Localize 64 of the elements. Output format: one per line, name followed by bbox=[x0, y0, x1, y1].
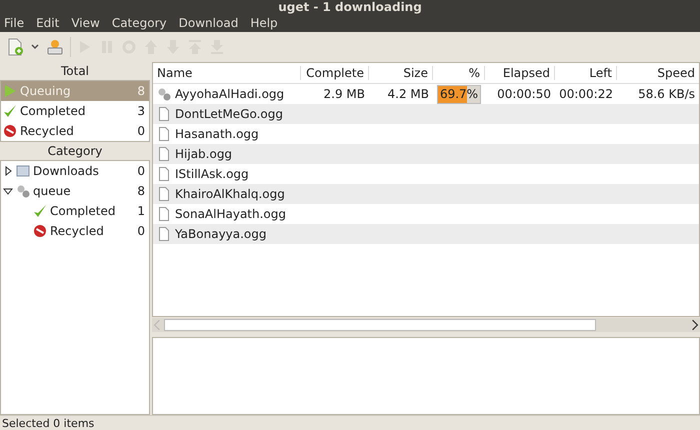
table-row[interactable]: Hasanath.ogg bbox=[153, 124, 699, 144]
menu-item[interactable]: Edit bbox=[36, 16, 60, 30]
tree-item[interactable]: Completed 1 bbox=[1, 201, 149, 221]
menu-item[interactable]: Help bbox=[250, 16, 278, 30]
download-tray-icon[interactable] bbox=[46, 38, 64, 56]
table-row[interactable]: YaBonayya.ogg bbox=[153, 224, 699, 244]
gears-icon bbox=[16, 184, 30, 198]
table-cell: AyyohaAlHadi.ogg bbox=[175, 87, 284, 101]
file-icon bbox=[157, 167, 171, 181]
prohibited-icon bbox=[33, 224, 47, 238]
table-row[interactable]: KhairoAlKhalq.ogg bbox=[153, 184, 699, 204]
table-cell: 00:00:22 bbox=[559, 87, 613, 101]
play-icon bbox=[3, 84, 17, 98]
section-heading: Category bbox=[46, 143, 104, 160]
table-row[interactable]: Hijab.ogg bbox=[153, 144, 699, 164]
tree-item[interactable]: Recycled 0 bbox=[1, 221, 149, 241]
file-icon bbox=[157, 207, 171, 221]
menu-item[interactable]: File bbox=[4, 16, 24, 30]
column-header[interactable]: Size bbox=[369, 66, 433, 80]
folder-icon bbox=[16, 164, 30, 178]
table-cell: YaBonayya.ogg bbox=[175, 227, 267, 241]
table-cell: DontLetMeGo.ogg bbox=[175, 107, 284, 121]
column-header[interactable]: Elapsed bbox=[485, 66, 555, 80]
section-heading: Total bbox=[60, 63, 90, 80]
table-cell: Hasanath.ogg bbox=[175, 127, 259, 141]
table-row[interactable]: IStillAsk.ogg bbox=[153, 164, 699, 184]
table-cell: SonaAlHayath.ogg bbox=[175, 207, 286, 221]
table-cell: 2.9 MB bbox=[324, 87, 365, 101]
file-icon bbox=[157, 147, 171, 161]
column-header[interactable]: % bbox=[433, 66, 485, 80]
table-cell: 58.6 KB/s bbox=[638, 87, 695, 101]
menu-item[interactable]: Category bbox=[112, 16, 167, 30]
menu-item[interactable]: Download bbox=[178, 16, 238, 30]
column-header[interactable]: Speed bbox=[617, 66, 699, 80]
tree-item[interactable]: Downloads 0 bbox=[1, 161, 149, 181]
file-icon bbox=[157, 227, 171, 241]
window-title: uget - 1 downloading bbox=[278, 0, 422, 14]
table-cell: KhairoAlKhalq.ogg bbox=[175, 187, 285, 201]
status-text: Selected 0 items bbox=[2, 416, 94, 430]
table-cell: Hijab.ogg bbox=[175, 147, 232, 161]
column-header[interactable]: Complete bbox=[301, 66, 369, 80]
prohibited-icon bbox=[3, 124, 17, 138]
table-row[interactable]: DontLetMeGo.ogg bbox=[153, 104, 699, 124]
sidebar-item[interactable]: Completed 3 bbox=[1, 101, 149, 121]
gears-icon bbox=[157, 87, 171, 101]
table-row[interactable]: SonaAlHayath.ogg bbox=[153, 204, 699, 224]
file-icon bbox=[157, 187, 171, 201]
scrollbar-thumb[interactable] bbox=[164, 319, 596, 331]
horizontal-scrollbar[interactable] bbox=[152, 318, 700, 332]
file-icon bbox=[157, 107, 171, 121]
menu-item[interactable]: View bbox=[71, 16, 100, 30]
check-icon bbox=[3, 104, 17, 118]
table-cell: 00:00:50 bbox=[497, 87, 551, 101]
column-header[interactable]: Name bbox=[153, 66, 301, 80]
new-file-icon[interactable] bbox=[6, 38, 24, 56]
tree-item[interactable]: queue 8 bbox=[1, 181, 149, 201]
column-header[interactable]: Left bbox=[555, 66, 617, 80]
table-cell: IStillAsk.ogg bbox=[175, 167, 249, 181]
check-icon bbox=[33, 204, 47, 218]
table-cell: 4.2 MB bbox=[388, 87, 429, 101]
file-icon bbox=[157, 127, 171, 141]
expander-icon[interactable] bbox=[3, 186, 13, 196]
sidebar-item[interactable]: Recycled 0 bbox=[1, 121, 149, 141]
expander-icon[interactable] bbox=[3, 166, 13, 176]
